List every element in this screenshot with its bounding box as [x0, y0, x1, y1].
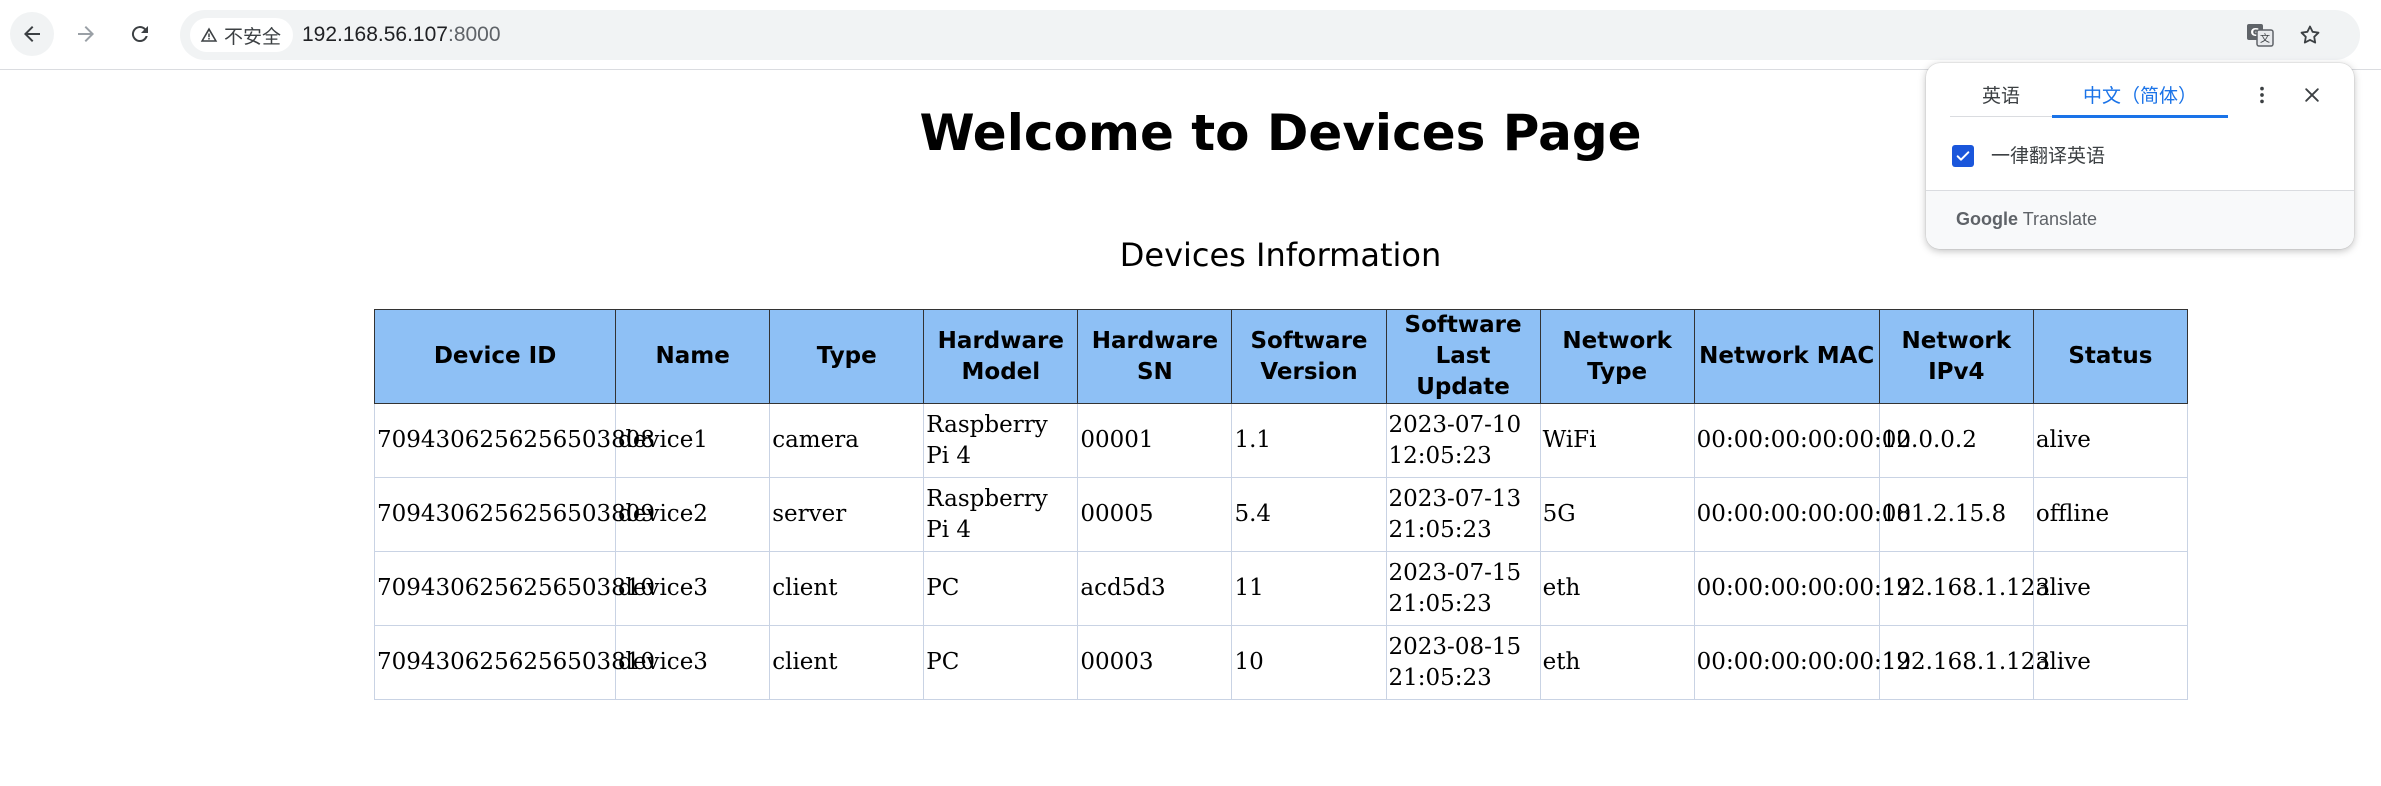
back-button[interactable] — [10, 12, 54, 56]
col-header-device-id: Device ID — [373, 309, 617, 404]
always-translate-label[interactable]: 一律翻译英语 — [1991, 143, 2105, 169]
cell-software-last-update: 2023-07-13 21:05:23 — [1385, 477, 1541, 552]
cell-type: client — [769, 551, 925, 626]
col-header-software-version: Software Version — [1231, 309, 1387, 404]
url-host: 192.168.56.107 — [302, 23, 448, 46]
bookmark-button[interactable] — [2294, 19, 2326, 51]
cell-type: client — [769, 625, 925, 700]
cell-hardware-sn: 00005 — [1077, 477, 1233, 552]
browser-toolbar: 不安全 192.168.56.107:8000 G 文 — [0, 0, 2381, 70]
arrow-right-icon — [78, 26, 94, 42]
translate-close-button[interactable] — [2296, 79, 2328, 111]
cell-device-id: 7094306256256503810 — [373, 625, 655, 700]
always-translate-checkbox[interactable] — [1952, 145, 1974, 167]
translate-footer: Google Translate — [1926, 191, 2354, 249]
more-vertical-icon — [2260, 86, 2264, 104]
col-header-name: Name — [615, 309, 771, 404]
table-row: 7094306256256503810 device3 client PC ac… — [373, 551, 2189, 626]
cell-network-mac: 00:00:00:00:00:12 — [1693, 625, 1911, 700]
cell-software-version: 5.4 — [1231, 477, 1387, 552]
translate-options-button[interactable] — [2246, 79, 2278, 111]
cell-hardware-model: Raspberry Pi 4 — [923, 477, 1079, 552]
table-row: 7094306256256503808 device1 camera Raspb… — [373, 403, 2189, 478]
col-header-status: Status — [2032, 309, 2189, 404]
url-port: :8000 — [447, 23, 501, 46]
cell-network-type: 5G — [1539, 477, 1695, 552]
table-row: 7094306256256503810 device3 client PC 00… — [373, 625, 2189, 700]
cell-network-mac: 00:00:00:00:00:02 — [1693, 403, 1911, 478]
tab-target-language[interactable]: 中文（简体） — [2052, 79, 2228, 113]
cell-device-id: 7094306256256503808 — [373, 403, 655, 478]
checkmark-icon — [1956, 151, 1970, 161]
cell-software-last-update: 2023-07-15 21:05:23 — [1385, 551, 1541, 626]
cell-type: camera — [769, 403, 925, 478]
cell-device-id: 7094306256256503810 — [373, 551, 655, 626]
cell-hardware-sn: 00001 — [1077, 403, 1233, 478]
cell-software-last-update: 2023-07-10 12:05:23 — [1385, 403, 1541, 478]
col-header-hardware-sn: Hardware SN — [1077, 309, 1233, 404]
cell-network-mac: 00:00:00:00:00:12 — [1693, 551, 1911, 626]
col-header-network-type: Network Type — [1539, 309, 1695, 404]
star-icon — [2300, 25, 2320, 44]
cell-network-ipv4: 10.0.0.2 — [1878, 403, 2034, 478]
cell-hardware-sn: 00003 — [1077, 625, 1233, 700]
table-header-row: Device ID Name Type Hardware Model Hardw… — [373, 309, 2189, 404]
cell-device-id: 7094306256256503809 — [373, 477, 655, 552]
tab-source-language[interactable]: 英语 — [1950, 79, 2052, 113]
cell-status: alive — [2032, 625, 2189, 700]
col-header-network-mac: Network MAC — [1693, 309, 1880, 404]
brand-translate: Translate — [2022, 209, 2098, 229]
translate-popup: 英语 中文（简体） 一律翻译英语 Google Translate — [1926, 63, 2354, 249]
col-header-software-last-update: Software Last Update — [1385, 309, 1541, 404]
cell-hardware-model: Raspberry Pi 4 — [923, 403, 1079, 478]
cell-name: device2 — [615, 477, 771, 552]
close-icon — [2305, 88, 2319, 102]
translate-icon: G 文 — [2247, 24, 2274, 47]
svg-text:文: 文 — [2260, 32, 2270, 45]
reload-icon — [131, 26, 148, 43]
table-row: 7094306256256503809 device2 server Raspb… — [373, 477, 2189, 552]
cell-network-type: eth — [1539, 551, 1695, 626]
security-label: 不安全 — [224, 26, 282, 48]
cell-name: device3 — [615, 625, 771, 700]
cell-network-ipv4: 192.168.1.123 — [1878, 551, 2050, 626]
cell-network-type: WiFi — [1539, 403, 1695, 478]
security-chip[interactable]: 不安全 — [190, 18, 294, 52]
cell-network-ipv4: 192.168.1.123 — [1878, 625, 2050, 700]
cell-name: device3 — [615, 551, 771, 626]
cell-status: alive — [2032, 403, 2189, 478]
cell-software-version: 11 — [1231, 551, 1387, 626]
cell-network-ipv4: 101.2.15.8 — [1878, 477, 2034, 552]
cell-type: server — [769, 477, 925, 552]
cell-status: alive — [2032, 551, 2189, 626]
cell-software-version: 10 — [1231, 625, 1387, 700]
cell-network-type: eth — [1539, 625, 1695, 700]
forward-button[interactable] — [64, 12, 108, 56]
brand-google: Google — [1956, 209, 2018, 229]
active-tab-indicator — [2052, 115, 2228, 118]
cell-name: device1 — [615, 403, 771, 478]
col-header-network-ipv4: Network IPv4 — [1878, 309, 2034, 404]
cell-hardware-model: PC — [923, 551, 1079, 626]
cell-network-mac: 00:00:00:00:00:08 — [1693, 477, 1911, 552]
address-bar[interactable]: 不安全 192.168.56.107:8000 G 文 — [180, 10, 2360, 60]
translate-page-button[interactable]: G 文 — [2244, 19, 2276, 51]
col-header-type: Type — [769, 309, 925, 404]
col-header-hardware-model: Hardware Model — [923, 309, 1079, 404]
google-translate-brand: Google Translate — [1956, 209, 2097, 230]
cell-software-version: 1.1 — [1231, 403, 1387, 478]
cell-hardware-model: PC — [923, 625, 1079, 700]
cell-hardware-sn: acd5d3 — [1077, 551, 1233, 626]
reload-button[interactable] — [118, 12, 162, 56]
cell-software-last-update: 2023-08-15 21:05:23 — [1385, 625, 1541, 700]
arrow-left-icon — [24, 26, 40, 42]
url-text[interactable]: 192.168.56.107:8000 — [302, 10, 501, 60]
devices-table: Device ID Name Type Hardware Model Hardw… — [373, 309, 2189, 700]
warning-triangle-icon — [200, 27, 218, 42]
cell-status: offline — [2032, 477, 2189, 552]
